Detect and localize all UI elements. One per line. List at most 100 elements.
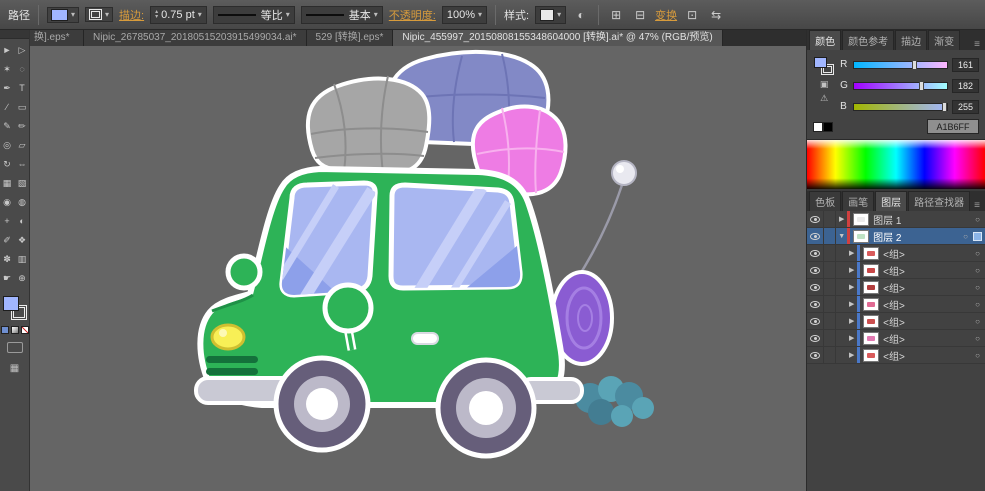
- free-transform-tool[interactable]: ▧: [15, 174, 29, 193]
- layer-thumbnail[interactable]: [853, 230, 869, 243]
- symbol-sprayer-tool[interactable]: ✽: [0, 250, 14, 269]
- car-illustration[interactable]: [30, 46, 806, 491]
- visibility-toggle[interactable]: [807, 279, 824, 295]
- visibility-toggle[interactable]: [807, 347, 824, 363]
- screen-mode-button[interactable]: [7, 342, 23, 353]
- fill-color-picker[interactable]: ▾: [47, 7, 79, 23]
- arrange-icon[interactable]: ⇆: [707, 6, 725, 24]
- layer-thumbnail[interactable]: [863, 332, 879, 345]
- hand-tool[interactable]: ☛: [0, 269, 14, 288]
- gamut-warning-icon[interactable]: ⚠: [820, 93, 828, 103]
- visibility-toggle[interactable]: [807, 262, 824, 278]
- zoom-tool[interactable]: ⊕: [15, 269, 29, 288]
- shape-mode-icon[interactable]: ⊡: [683, 6, 701, 24]
- sublayer-name[interactable]: <组>: [882, 331, 970, 346]
- lock-cell[interactable]: [824, 313, 836, 329]
- tab-gradient[interactable]: 渐变: [928, 30, 960, 50]
- expand-icon[interactable]: ▶: [846, 300, 857, 308]
- lock-cell[interactable]: [824, 262, 836, 278]
- grid-icon[interactable]: ▦: [10, 363, 19, 374]
- panel-menu-icon[interactable]: ≡: [971, 39, 983, 50]
- direct-selection-tool[interactable]: ▷: [15, 41, 29, 60]
- layer-row[interactable]: ▶ 图层 1 ○: [807, 211, 985, 228]
- rectangle-tool[interactable]: ▭: [15, 98, 29, 117]
- sublayer-row[interactable]: ▶ <组> ○: [807, 347, 985, 364]
- layer-name[interactable]: 图层 2: [872, 229, 958, 244]
- gradient-mode-button[interactable]: [11, 326, 19, 334]
- lock-cell[interactable]: [824, 347, 836, 363]
- blob-brush-tool[interactable]: ◎: [0, 136, 14, 155]
- expand-icon[interactable]: ▶: [846, 283, 857, 291]
- document-tab-active[interactable]: Nipic_455997_20150808155348604000 [转换].a…: [393, 30, 722, 46]
- expand-icon[interactable]: ▶: [846, 351, 857, 359]
- sublayer-name[interactable]: <组>: [882, 348, 970, 363]
- balloon[interactable]: [577, 161, 636, 279]
- layer-thumbnail[interactable]: [853, 213, 869, 226]
- document-tab[interactable]: 529 [转换].eps*: [307, 30, 394, 46]
- scale-tool[interactable]: ⇔: [15, 155, 29, 174]
- shape-builder-tool[interactable]: ◉: [0, 193, 14, 212]
- sublayer-name[interactable]: <组>: [882, 246, 970, 261]
- tab-brushes[interactable]: 画笔: [842, 191, 874, 211]
- expand-icon[interactable]: ▶: [846, 334, 857, 342]
- canvas[interactable]: [30, 46, 806, 491]
- tab-swatches[interactable]: 色板: [809, 191, 841, 211]
- sublayer-name[interactable]: <组>: [882, 297, 970, 312]
- tab-color[interactable]: 颜色: [809, 30, 841, 50]
- target-circle[interactable]: ○: [970, 215, 985, 224]
- opacity-link[interactable]: 不透明度:: [389, 7, 436, 23]
- target-circle[interactable]: ○: [970, 351, 985, 360]
- layer-thumbnail[interactable]: [863, 264, 879, 277]
- lock-cell[interactable]: [824, 296, 836, 312]
- layer-row-selected[interactable]: ▼ 图层 2 ○: [807, 228, 985, 245]
- red-slider[interactable]: [853, 61, 948, 69]
- layer-thumbnail[interactable]: [863, 315, 879, 328]
- blue-value-field[interactable]: 255: [952, 100, 979, 114]
- layer-name[interactable]: 图层 1: [872, 212, 970, 227]
- visibility-toggle[interactable]: [807, 211, 824, 227]
- green-value-field[interactable]: 182: [952, 79, 979, 93]
- panel-menu-icon[interactable]: ≡: [971, 200, 983, 211]
- expand-icon[interactable]: ▶: [846, 249, 857, 257]
- tab-stroke[interactable]: 描边: [895, 30, 927, 50]
- stroke-color-picker[interactable]: ▾: [85, 7, 113, 22]
- car[interactable]: [196, 169, 582, 456]
- target-circle[interactable]: ○: [970, 249, 985, 258]
- target-circle[interactable]: ○: [970, 283, 985, 292]
- lock-cell[interactable]: [824, 245, 836, 261]
- blend-tool[interactable]: ❖: [15, 231, 29, 250]
- brush-definition-select[interactable]: 基本 ▾: [301, 6, 383, 24]
- width-profile-select[interactable]: 等比 ▾: [213, 6, 295, 24]
- sublayer-row[interactable]: ▶ <组> ○: [807, 296, 985, 313]
- stroke-panel-link[interactable]: 描边:: [119, 7, 144, 23]
- stepper-arrows-icon[interactable]: ▴▾: [155, 10, 158, 20]
- document-tab[interactable]: 换].eps*: [30, 30, 84, 46]
- web-cube-icon[interactable]: ▣: [820, 79, 829, 89]
- rotate-tool[interactable]: ↻: [0, 155, 14, 174]
- lasso-tool[interactable]: ◌: [15, 60, 29, 79]
- type-tool[interactable]: T: [15, 79, 29, 98]
- fill-color-swatch[interactable]: [3, 296, 19, 311]
- target-circle[interactable]: ○: [970, 300, 985, 309]
- align-vertical-icon[interactable]: ⊟: [631, 6, 649, 24]
- opacity-select[interactable]: 100% ▾: [442, 6, 487, 24]
- width-tool[interactable]: ▦: [0, 174, 14, 193]
- sublayer-row[interactable]: ▶ <组> ○: [807, 330, 985, 347]
- lock-cell[interactable]: [824, 211, 836, 227]
- visibility-toggle[interactable]: [807, 228, 824, 244]
- lock-cell[interactable]: [824, 279, 836, 295]
- visibility-toggle[interactable]: [807, 313, 824, 329]
- color-mode-button[interactable]: [1, 326, 9, 334]
- target-circle[interactable]: ○: [958, 232, 973, 241]
- exhaust-smoke[interactable]: [575, 376, 654, 427]
- layer-thumbnail[interactable]: [863, 247, 879, 260]
- slider-thumb[interactable]: [919, 81, 924, 91]
- sublayer-name[interactable]: <组>: [882, 280, 970, 295]
- sublayer-row[interactable]: ▶ <组> ○: [807, 313, 985, 330]
- sublayer-name[interactable]: <组>: [882, 314, 970, 329]
- visibility-toggle[interactable]: [807, 245, 824, 261]
- perspective-grid-tool[interactable]: ◍: [15, 193, 29, 212]
- front-wheel[interactable]: [276, 358, 368, 450]
- blue-slider[interactable]: [853, 103, 948, 111]
- collapse-icon[interactable]: ▼: [836, 233, 847, 240]
